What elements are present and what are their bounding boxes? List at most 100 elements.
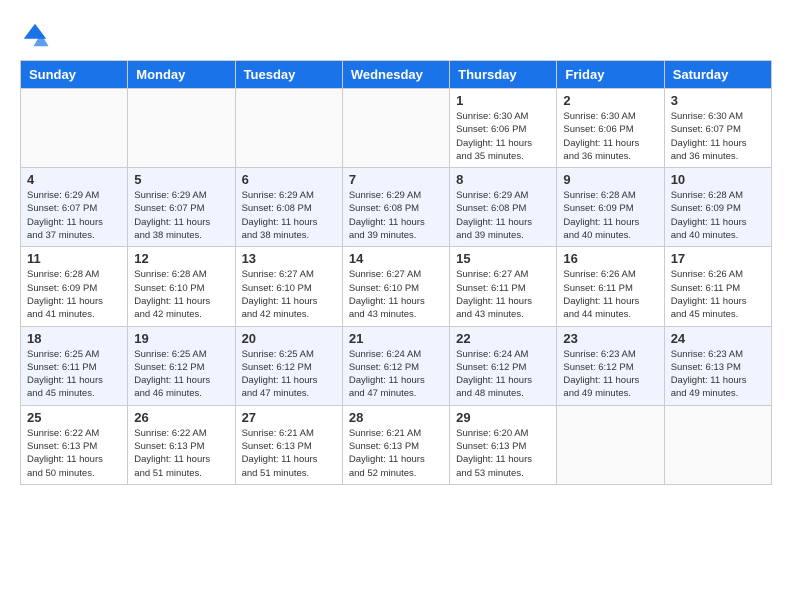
day-info: Sunrise: 6:24 AM Sunset: 6:12 PM Dayligh… <box>349 348 443 401</box>
calendar-cell: 14Sunrise: 6:27 AM Sunset: 6:10 PM Dayli… <box>342 247 449 326</box>
day-info: Sunrise: 6:25 AM Sunset: 6:11 PM Dayligh… <box>27 348 121 401</box>
calendar-header-monday: Monday <box>128 61 235 89</box>
day-number: 5 <box>134 172 228 187</box>
day-number: 10 <box>671 172 765 187</box>
day-number: 23 <box>563 331 657 346</box>
calendar-cell <box>235 89 342 168</box>
day-number: 9 <box>563 172 657 187</box>
calendar-cell: 28 Sunrise: 6:21 AM Sunset: 6:13 PM Dayli… <box>342 405 449 484</box>
day-info: Sunrise: 6:29 AM Sunset: 6:07 PM Dayligh… <box>134 189 228 242</box>
calendar-cell <box>21 89 128 168</box>
calendar-cell: 7 Sunrise: 6:29 AM Sunset: 6:08 PM Daylig… <box>342 168 449 247</box>
day-info: Sunrise: 6:29 AM Sunset: 6:07 PM Dayligh… <box>27 189 121 242</box>
calendar-cell: 21 Sunrise: 6:24 AM Sunset: 6:12 PM Dayli… <box>342 326 449 405</box>
logo <box>20 20 54 50</box>
calendar-header-wednesday: Wednesday <box>342 61 449 89</box>
calendar-cell: 4Sunrise: 6:29 AM Sunset: 6:07 PM Daylig… <box>21 168 128 247</box>
day-info: Sunrise: 6:26 AM Sunset: 6:11 PM Dayligh… <box>563 268 657 321</box>
calendar-cell: 6 Sunrise: 6:29 AM Sunset: 6:08 PM Daylig… <box>235 168 342 247</box>
day-info: Sunrise: 6:29 AM Sunset: 6:08 PM Dayligh… <box>456 189 550 242</box>
calendar-week-4: 18 Sunrise: 6:25 AM Sunset: 6:11 PM Dayli… <box>21 326 772 405</box>
calendar-cell: 18 Sunrise: 6:25 AM Sunset: 6:11 PM Dayli… <box>21 326 128 405</box>
calendar-cell: 9 Sunrise: 6:28 AM Sunset: 6:09 PM Daylig… <box>557 168 664 247</box>
day-info: Sunrise: 6:23 AM Sunset: 6:13 PM Dayligh… <box>671 348 765 401</box>
calendar: SundayMondayTuesdayWednesdayThursdayFrid… <box>20 60 772 485</box>
calendar-week-3: 11 Sunrise: 6:28 AM Sunset: 6:09 PM Dayli… <box>21 247 772 326</box>
day-number: 19 <box>134 331 228 346</box>
calendar-cell: 27 Sunrise: 6:21 AM Sunset: 6:13 PM Dayli… <box>235 405 342 484</box>
calendar-cell: 19 Sunrise: 6:25 AM Sunset: 6:12 PM Dayli… <box>128 326 235 405</box>
day-info: Sunrise: 6:27 AM Sunset: 6:11 PM Dayligh… <box>456 268 550 321</box>
day-number: 28 <box>349 410 443 425</box>
day-number: 21 <box>349 331 443 346</box>
day-info: Sunrise: 6:28 AM Sunset: 6:10 PM Dayligh… <box>134 268 228 321</box>
calendar-cell: 20 Sunrise: 6:25 AM Sunset: 6:12 PM Dayli… <box>235 326 342 405</box>
day-number: 11 <box>27 251 121 266</box>
calendar-cell: 5 Sunrise: 6:29 AM Sunset: 6:07 PM Daylig… <box>128 168 235 247</box>
calendar-cell <box>342 89 449 168</box>
day-number: 16 <box>563 251 657 266</box>
calendar-cell: 12 Sunrise: 6:28 AM Sunset: 6:10 PM Dayli… <box>128 247 235 326</box>
day-number: 15 <box>456 251 550 266</box>
day-number: 29 <box>456 410 550 425</box>
day-number: 18 <box>27 331 121 346</box>
day-info: Sunrise: 6:29 AM Sunset: 6:08 PM Dayligh… <box>242 189 336 242</box>
day-info: Sunrise: 6:30 AM Sunset: 6:06 PM Dayligh… <box>563 110 657 163</box>
day-info: Sunrise: 6:30 AM Sunset: 6:06 PM Dayligh… <box>456 110 550 163</box>
day-number: 1 <box>456 93 550 108</box>
calendar-header-thursday: Thursday <box>450 61 557 89</box>
calendar-header-saturday: Saturday <box>664 61 771 89</box>
day-info: Sunrise: 6:23 AM Sunset: 6:12 PM Dayligh… <box>563 348 657 401</box>
day-number: 25 <box>27 410 121 425</box>
day-number: 27 <box>242 410 336 425</box>
calendar-header-tuesday: Tuesday <box>235 61 342 89</box>
day-info: Sunrise: 6:30 AM Sunset: 6:07 PM Dayligh… <box>671 110 765 163</box>
day-number: 24 <box>671 331 765 346</box>
calendar-cell: 25 Sunrise: 6:22 AM Sunset: 6:13 PM Dayli… <box>21 405 128 484</box>
calendar-cell: 26 Sunrise: 6:22 AM Sunset: 6:13 PM Dayli… <box>128 405 235 484</box>
day-info: Sunrise: 6:28 AM Sunset: 6:09 PM Dayligh… <box>563 189 657 242</box>
day-info: Sunrise: 6:26 AM Sunset: 6:11 PM Dayligh… <box>671 268 765 321</box>
day-number: 12 <box>134 251 228 266</box>
calendar-header-row: SundayMondayTuesdayWednesdayThursdayFrid… <box>21 61 772 89</box>
calendar-cell <box>664 405 771 484</box>
day-info: Sunrise: 6:25 AM Sunset: 6:12 PM Dayligh… <box>134 348 228 401</box>
day-info: Sunrise: 6:27 AM Sunset: 6:10 PM Dayligh… <box>242 268 336 321</box>
day-info: Sunrise: 6:22 AM Sunset: 6:13 PM Dayligh… <box>27 427 121 480</box>
day-number: 13 <box>242 251 336 266</box>
calendar-cell: 23 Sunrise: 6:23 AM Sunset: 6:12 PM Dayli… <box>557 326 664 405</box>
calendar-cell: 3 Sunrise: 6:30 AM Sunset: 6:07 PM Daylig… <box>664 89 771 168</box>
day-info: Sunrise: 6:21 AM Sunset: 6:13 PM Dayligh… <box>349 427 443 480</box>
day-info: Sunrise: 6:28 AM Sunset: 6:09 PM Dayligh… <box>27 268 121 321</box>
calendar-week-1: 1 Sunrise: 6:30 AM Sunset: 6:06 PM Daylig… <box>21 89 772 168</box>
calendar-cell: 16 Sunrise: 6:26 AM Sunset: 6:11 PM Dayli… <box>557 247 664 326</box>
day-number: 7 <box>349 172 443 187</box>
day-info: Sunrise: 6:21 AM Sunset: 6:13 PM Dayligh… <box>242 427 336 480</box>
calendar-cell: 24 Sunrise: 6:23 AM Sunset: 6:13 PM Dayli… <box>664 326 771 405</box>
calendar-header-sunday: Sunday <box>21 61 128 89</box>
calendar-cell: 11 Sunrise: 6:28 AM Sunset: 6:09 PM Dayli… <box>21 247 128 326</box>
day-info: Sunrise: 6:24 AM Sunset: 6:12 PM Dayligh… <box>456 348 550 401</box>
calendar-cell: 22 Sunrise: 6:24 AM Sunset: 6:12 PM Dayli… <box>450 326 557 405</box>
day-info: Sunrise: 6:22 AM Sunset: 6:13 PM Dayligh… <box>134 427 228 480</box>
calendar-header-friday: Friday <box>557 61 664 89</box>
day-info: Sunrise: 6:27 AM Sunset: 6:10 PM Dayligh… <box>349 268 443 321</box>
calendar-cell: 10Sunrise: 6:28 AM Sunset: 6:09 PM Dayli… <box>664 168 771 247</box>
calendar-cell: 29 Sunrise: 6:20 AM Sunset: 6:13 PM Dayli… <box>450 405 557 484</box>
calendar-cell: 17 Sunrise: 6:26 AM Sunset: 6:11 PM Dayli… <box>664 247 771 326</box>
day-number: 3 <box>671 93 765 108</box>
day-number: 22 <box>456 331 550 346</box>
day-number: 26 <box>134 410 228 425</box>
day-number: 20 <box>242 331 336 346</box>
day-number: 17 <box>671 251 765 266</box>
calendar-week-5: 25 Sunrise: 6:22 AM Sunset: 6:13 PM Dayli… <box>21 405 772 484</box>
calendar-cell: 2 Sunrise: 6:30 AM Sunset: 6:06 PM Daylig… <box>557 89 664 168</box>
day-number: 6 <box>242 172 336 187</box>
day-info: Sunrise: 6:20 AM Sunset: 6:13 PM Dayligh… <box>456 427 550 480</box>
header <box>20 20 772 50</box>
day-number: 2 <box>563 93 657 108</box>
day-info: Sunrise: 6:25 AM Sunset: 6:12 PM Dayligh… <box>242 348 336 401</box>
calendar-cell: 1 Sunrise: 6:30 AM Sunset: 6:06 PM Daylig… <box>450 89 557 168</box>
day-number: 8 <box>456 172 550 187</box>
day-info: Sunrise: 6:29 AM Sunset: 6:08 PM Dayligh… <box>349 189 443 242</box>
